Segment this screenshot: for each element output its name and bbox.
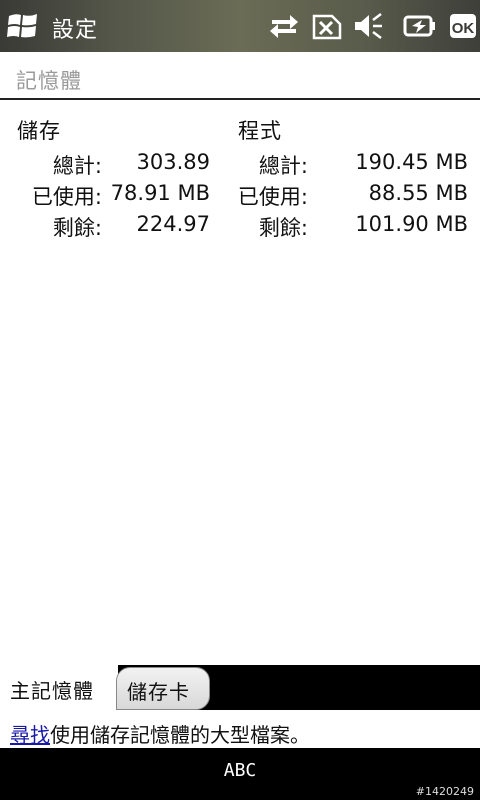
storage-free-label: 剩餘: <box>52 216 102 240</box>
info-text: 使用儲存記憶體的大型檔案。 <box>50 723 310 747</box>
input-panel-button[interactable]: ABC <box>0 760 480 781</box>
app-title: 設定 <box>52 18 99 43</box>
program-heading: 程式 <box>238 119 282 143</box>
tab-main-memory[interactable]: 主記憶體 <box>0 665 118 710</box>
battery-charging-icon[interactable] <box>402 10 438 42</box>
watermark: #1420249 <box>415 785 474 798</box>
program-free-value: 101.90 MB <box>355 212 468 236</box>
program-total-label: 總計: <box>258 154 308 178</box>
storage-free-value: 224.97 <box>136 212 210 236</box>
section-title: 記憶體 <box>16 69 82 93</box>
section-header: 記憶體 <box>0 52 480 100</box>
program-total-value: 190.45 MB <box>355 150 468 174</box>
program-free-label: 剩餘: <box>258 216 308 240</box>
storage-total-label: 總計: <box>52 154 102 178</box>
ok-icon[interactable]: OK <box>449 10 477 42</box>
find-link[interactable]: 尋找 <box>10 723 50 747</box>
data-transfer-icon[interactable] <box>268 10 300 42</box>
program-used-label: 已使用: <box>237 185 308 209</box>
storage-used-value: 78.91 MB <box>110 181 210 205</box>
ok-label: OK <box>452 20 475 37</box>
storage-used-label: 已使用: <box>31 185 102 209</box>
storage-heading: 儲存 <box>17 119 61 143</box>
title-bar: 設定 OK <box>0 0 480 52</box>
windows-start-icon[interactable] <box>6 10 40 42</box>
program-used-value: 88.55 MB <box>368 181 468 205</box>
softkey-bar: ABC #1420249 <box>0 748 480 800</box>
tab-storage-card[interactable]: 儲存卡 <box>116 667 210 710</box>
speaker-muted-icon[interactable] <box>352 10 384 42</box>
no-sim-icon[interactable] <box>310 10 344 42</box>
info-line: 尋找使用儲存記憶體的大型檔案。 <box>10 719 310 748</box>
tab-strip: 主記憶體 儲存卡 <box>0 665 480 710</box>
storage-total-value: 303.89 <box>136 150 210 174</box>
